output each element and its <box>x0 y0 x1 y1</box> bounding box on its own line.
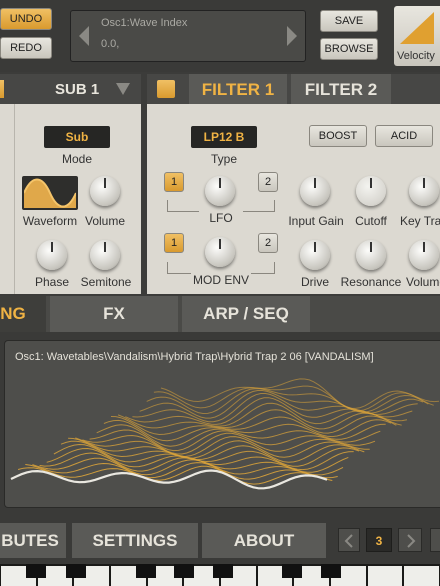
redo-button[interactable]: REDO <box>0 37 52 59</box>
lfo-slot-1-button[interactable]: 1 <box>164 172 184 192</box>
filter-enable-toggle[interactable] <box>157 80 175 98</box>
acid-button[interactable]: ACID <box>375 125 433 147</box>
key-track-label: Key Trac <box>400 214 440 228</box>
chevron-right-icon[interactable] <box>285 24 299 48</box>
volume-filter-knob[interactable] <box>409 240 439 270</box>
key-track-knob[interactable] <box>409 176 439 206</box>
sine-wave-icon <box>24 178 76 208</box>
keyboard[interactable] <box>0 564 440 586</box>
black-key[interactable] <box>282 564 303 578</box>
mode-label: Mode <box>61 152 93 166</box>
mod-env-label: MOD ENV <box>191 273 251 287</box>
nav-edge-button[interactable] <box>430 528 440 552</box>
filter-2-tab[interactable]: FILTER 2 <box>291 74 391 104</box>
param-value: 0.0, <box>101 38 120 50</box>
black-key[interactable] <box>66 564 87 578</box>
filter-1-tab-label: FILTER 1 <box>201 80 275 99</box>
wavetable-title: Osc1: Wavetables\Vandalism\Hybrid Trap\H… <box>15 351 374 363</box>
black-key[interactable] <box>25 564 46 578</box>
sub-panel: SUB 1 Sub Mode Waveform Volume Phase Sem… <box>0 74 141 294</box>
page-number[interactable]: 3 <box>366 528 392 552</box>
section-tab-fx[interactable]: FX <box>50 296 178 332</box>
cutoff-label: Cutoff <box>355 214 387 228</box>
semitone-knob[interactable] <box>90 240 120 270</box>
chevron-left-icon[interactable] <box>77 24 91 48</box>
param-name: Osc1:Wave Index <box>101 17 188 29</box>
lfo-slot-2-button[interactable]: 2 <box>258 172 278 192</box>
black-key[interactable] <box>174 564 195 578</box>
section-tab-fx-label: FX <box>103 304 125 323</box>
filter-2-tab-label: FILTER 2 <box>304 80 378 99</box>
bottom-tab-attributes-label: BUTES <box>1 531 59 550</box>
filter-header: FILTER 1 FILTER 2 <box>147 74 440 104</box>
white-key[interactable] <box>367 566 403 586</box>
input-gain-label: Input Gain <box>288 214 344 228</box>
section-tab-arp-seq-label: ARP / SEQ <box>203 304 289 323</box>
bottom-tab-settings-label: SETTINGS <box>92 531 178 550</box>
filter-type-label: Type <box>210 152 237 166</box>
bottom-tab-about-label: ABOUT <box>233 531 295 550</box>
resonance-label: Resonance <box>340 275 402 289</box>
phase-label: Phase <box>34 275 70 289</box>
filter-type-display[interactable]: LP12 B <box>191 126 257 148</box>
volume-knob[interactable] <box>90 176 120 206</box>
mode-display[interactable]: Sub <box>44 126 110 148</box>
wavetable-3d-plot <box>10 378 440 490</box>
lfo-label: LFO <box>199 211 243 225</box>
bottom-tab-about[interactable]: ABOUT <box>202 523 326 558</box>
velocity-ramp-icon <box>400 12 434 44</box>
waveform-selector[interactable] <box>22 176 78 210</box>
save-button[interactable]: SAVE <box>320 10 378 32</box>
black-key[interactable] <box>135 564 156 578</box>
black-key[interactable] <box>320 564 341 578</box>
input-gain-knob[interactable] <box>300 176 330 206</box>
volume-filter-label: Volume <box>406 275 440 289</box>
param-display[interactable]: Osc1:Wave Index 0.0, <box>70 10 306 62</box>
filter-1-tab[interactable]: FILTER 1 <box>189 74 287 104</box>
filter-panel: FILTER 1 FILTER 2 LP12 B Type BOOST ACID… <box>147 74 440 294</box>
semitone-label: Semitone <box>80 275 132 289</box>
velocity-label: Velocity <box>397 50 435 62</box>
sub-title: SUB 1 <box>55 81 100 98</box>
sub-enable-toggle[interactable] <box>0 80 4 98</box>
black-key[interactable] <box>212 564 233 578</box>
next-page-button[interactable] <box>398 528 422 552</box>
white-key[interactable] <box>404 566 439 586</box>
wave-frame-line <box>117 402 408 429</box>
prev-page-button[interactable] <box>338 528 360 552</box>
volume-label: Volume <box>84 214 126 228</box>
wavetable-display[interactable]: Osc1: Wavetables\Vandalism\Hybrid Trap\H… <box>4 340 440 508</box>
undo-button[interactable]: UNDO <box>0 8 52 30</box>
mod-env-slot-2-button[interactable]: 2 <box>258 233 278 253</box>
section-tab-arp-seq[interactable]: ARP / SEQ <box>182 296 310 332</box>
velocity-button[interactable]: Velocity <box>394 6 440 66</box>
drive-knob[interactable] <box>300 240 330 270</box>
chevron-left-icon <box>344 534 353 548</box>
browse-button[interactable]: BROWSE <box>320 38 378 60</box>
phase-knob[interactable] <box>37 240 67 270</box>
dropdown-arrow-icon[interactable] <box>116 83 130 95</box>
wave-frame-line <box>160 378 440 409</box>
bottom-tab-settings[interactable]: SETTINGS <box>72 523 198 558</box>
bottom-tab-attributes[interactable]: BUTES <box>0 523 66 558</box>
section-tab-engine-label: NG <box>0 304 26 323</box>
sub-left-divider <box>14 104 15 294</box>
page-number-value: 3 <box>375 534 383 548</box>
drive-label: Drive <box>300 275 329 289</box>
mod-env-slot-1-button[interactable]: 1 <box>164 233 184 253</box>
boost-button[interactable]: BOOST <box>309 125 367 147</box>
resonance-knob[interactable] <box>356 240 386 270</box>
chevron-right-icon <box>407 534 416 548</box>
waveform-label: Waveform <box>22 214 78 228</box>
sub-header: SUB 1 <box>0 74 141 104</box>
section-tab-engine[interactable]: NG <box>0 296 46 332</box>
cutoff-knob[interactable] <box>356 176 386 206</box>
